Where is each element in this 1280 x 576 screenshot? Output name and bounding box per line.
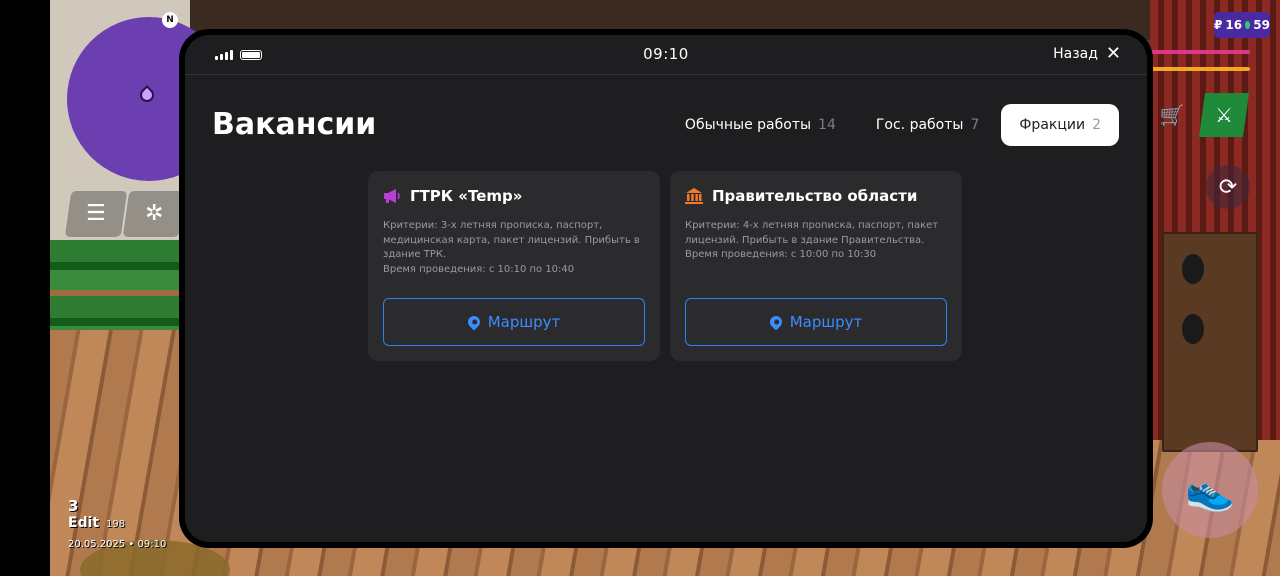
- menu-button[interactable]: ☰: [63, 190, 129, 238]
- vacancy-description: Критерии: 3-х летняя прописка, паспорт, …: [383, 219, 645, 277]
- speaker-cone: [1182, 254, 1204, 284]
- tab-count: 7: [970, 117, 980, 133]
- screen-edge: [0, 0, 50, 576]
- weapon-button[interactable]: ⚔: [1198, 93, 1250, 137]
- tab-label: Фракции: [1019, 117, 1086, 133]
- player-info: 3 Edit 198 20.05.2025 • 09:10: [68, 497, 166, 550]
- tab-gov-jobs[interactable]: Гос. работы 7: [858, 104, 998, 146]
- weapon-icon: ⚔: [1215, 103, 1233, 127]
- gear-icon: ✲: [144, 201, 164, 226]
- money-amount: 16: [1225, 18, 1243, 32]
- settings-button[interactable]: ✲: [121, 190, 187, 238]
- camera-button[interactable]: ⟳: [1206, 165, 1250, 209]
- vacancy-title: Правительство области: [712, 187, 918, 205]
- tab-bar: Обычные работы 14 Гос. работы 7 Фракции …: [667, 104, 1119, 146]
- vacancy-list: ГТРК «Temp» Критерии: 3-х летняя прописк…: [368, 171, 962, 361]
- close-icon[interactable]: ✕: [1106, 45, 1121, 63]
- status-time: 09:10: [643, 45, 689, 63]
- sneaker-icon: 👟: [1185, 467, 1235, 514]
- player-level: 3: [68, 497, 79, 515]
- currency-symbol: ₽: [1214, 18, 1223, 32]
- tab-count: 14: [818, 117, 836, 133]
- route-button[interactable]: Маршрут: [685, 298, 947, 346]
- menu-icon: ☰: [86, 201, 106, 226]
- vacancy-card: ГТРК «Temp» Критерии: 3-х летняя прописк…: [368, 171, 660, 361]
- speaker: [1162, 232, 1258, 452]
- tab-regular-jobs[interactable]: Обычные работы 14: [667, 104, 854, 146]
- tab-label: Гос. работы: [875, 117, 964, 133]
- vacancy-schedule: Время проведения: с 10:00 по 10:30: [685, 249, 877, 260]
- player-id: 198: [106, 519, 126, 530]
- government-building-icon: [685, 187, 703, 205]
- datetime: 20.05.2025 • 09:10: [68, 539, 167, 550]
- megaphone-icon: [383, 187, 401, 205]
- back-label: Назад: [1053, 46, 1098, 62]
- phone: 09:10 Назад ✕ Вакансии Обычные работы 14…: [179, 29, 1153, 548]
- speaker-cone: [1182, 314, 1204, 344]
- location-pin-icon: [465, 313, 483, 331]
- page-title: Вакансии: [212, 107, 377, 142]
- route-label: Маршрут: [789, 313, 863, 331]
- money-badge: ₽ 16 59: [1214, 12, 1270, 38]
- vacancy-description: Критерии: 4-х летняя прописка, паспорт, …: [685, 219, 947, 263]
- compass-north: N: [162, 12, 178, 28]
- status-bar: 09:10 Назад ✕: [185, 35, 1147, 75]
- vacancy-criteria: Критерии: 3-х летняя прописка, паспорт, …: [383, 220, 640, 260]
- tab-label: Обычные работы: [684, 117, 812, 133]
- route-label: Маршрут: [487, 313, 561, 331]
- armor-bar: [1150, 67, 1250, 71]
- run-button[interactable]: 👟: [1162, 442, 1258, 538]
- phone-screen: 09:10 Назад ✕ Вакансии Обычные работы 14…: [185, 35, 1147, 542]
- shop-button[interactable]: 🛒: [1150, 93, 1194, 137]
- vacancy-schedule: Время проведения: с 10:10 по 10:40: [383, 263, 575, 275]
- back-button[interactable]: Назад ✕: [1053, 45, 1121, 63]
- camera-rotate-icon: ⟳: [1218, 174, 1238, 200]
- money-extra: 59: [1253, 18, 1270, 32]
- tab-count: 2: [1092, 117, 1101, 133]
- vacancy-title: ГТРК «Temp»: [410, 187, 523, 205]
- location-pin-icon: [767, 313, 785, 331]
- cart-icon: 🛒: [1159, 103, 1185, 127]
- vacancy-card: Правительство области Критерии: 4-х летн…: [670, 171, 962, 361]
- route-button[interactable]: Маршрут: [383, 298, 645, 346]
- vacancy-criteria: Критерии: 4-х летняя прописка, паспорт, …: [685, 220, 939, 246]
- tab-factions[interactable]: Фракции 2: [1001, 104, 1119, 146]
- online-dot: [1245, 21, 1251, 29]
- health-bar: [1150, 50, 1250, 54]
